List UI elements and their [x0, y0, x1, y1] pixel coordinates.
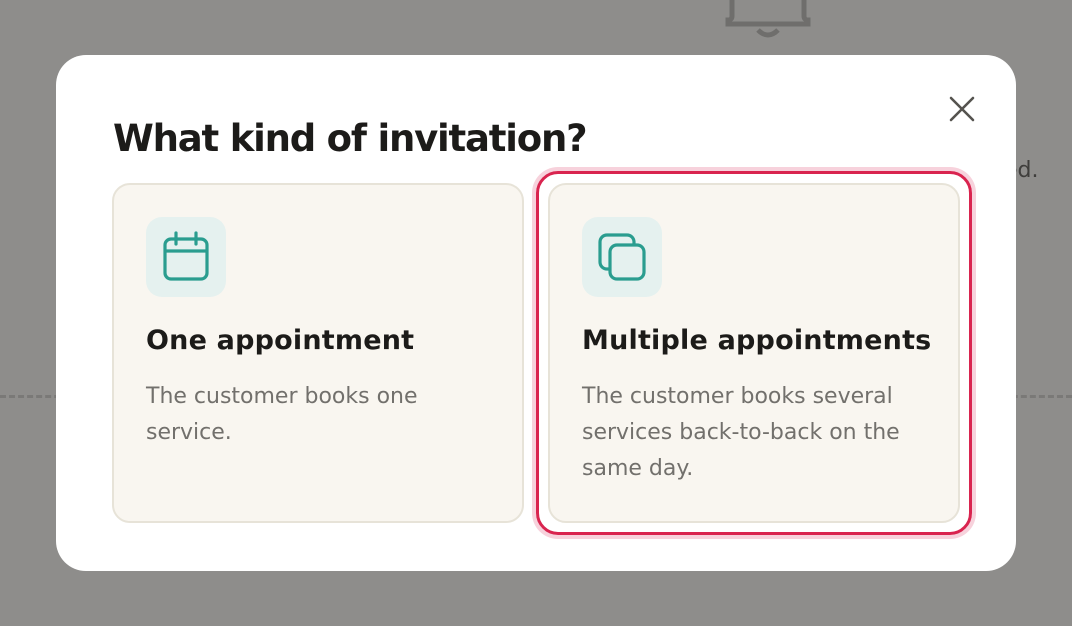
option-multiple-appointments[interactable]: Multiple appointments The customer books… — [548, 183, 960, 523]
icon-tile — [146, 217, 226, 297]
close-icon — [949, 96, 975, 122]
icon-tile — [582, 217, 662, 297]
bell-icon — [725, 0, 811, 38]
option-description: The customer books several services back… — [582, 384, 900, 481]
option-title: One appointment — [146, 325, 415, 356]
option-title: Multiple appointments — [582, 325, 932, 356]
invitation-type-dialog: What kind of invitation? One appointment… — [56, 55, 1016, 571]
dialog-title: What kind of invitation? — [113, 117, 588, 160]
calendar-icon — [163, 231, 209, 281]
option-one-appointment[interactable]: One appointment The customer books one s… — [112, 183, 524, 523]
close-button[interactable] — [942, 89, 982, 129]
option-description: The customer books one service. — [146, 384, 418, 445]
stacked-squares-icon — [598, 233, 646, 281]
